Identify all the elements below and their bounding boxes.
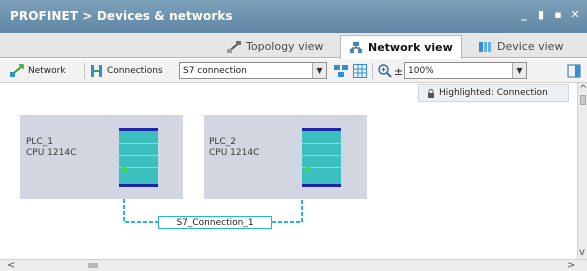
lock-icon — [428, 88, 434, 98]
device-type: CPU 1214C — [26, 148, 77, 158]
device-name: PLC_2 — [209, 137, 236, 147]
tab-topology-view[interactable]: Topology view — [219, 35, 331, 58]
zoom-stepper-icon[interactable]: ± — [394, 62, 403, 80]
cpu-stripe — [119, 143, 158, 144]
connections-mode-label: Connections — [107, 66, 163, 76]
connections-icon — [91, 65, 102, 77]
devices-networks-window: PROFINET > Devices & networks _ ▮ ▪ ✕ To… — [0, 0, 587, 271]
vertical-scrollbar[interactable]: ^ v — [577, 83, 587, 259]
title-bar: PROFINET > Devices & networks _ ▮ ▪ ✕ — [0, 0, 587, 33]
connection-type-select[interactable]: S7 connection ▼ — [179, 62, 327, 79]
chevron-down-icon[interactable]: ▼ — [312, 63, 326, 78]
device-name: PLC_1 — [26, 137, 53, 147]
horizontal-scroll-thumb[interactable] — [88, 263, 98, 268]
tab-device-view[interactable]: Device view — [470, 35, 571, 58]
minimize-button[interactable]: _ — [518, 9, 530, 21]
tab-label: Network view — [368, 41, 453, 54]
device-plc-2[interactable]: PLC_2 CPU 1214C — [204, 115, 367, 199]
scroll-right-icon[interactable]: > — [567, 260, 575, 271]
network-mode-icon — [10, 64, 24, 77]
network-icon — [350, 41, 362, 53]
cpu-bus-bottom — [302, 184, 341, 187]
close-button[interactable]: ✕ — [569, 9, 581, 21]
tab-network-view[interactable]: Network view — [340, 35, 462, 59]
connection-type-value: S7 connection — [183, 65, 247, 76]
view-tabs: Topology view Network view Device view — [0, 33, 587, 59]
connection-label[interactable]: S7_Connection_1 — [158, 216, 272, 229]
port-indicator[interactable] — [305, 167, 310, 172]
zoom-select[interactable]: 100% ▼ — [404, 62, 527, 79]
horizontal-scrollbar[interactable]: < > — [0, 259, 587, 271]
zoom-value: 100% — [408, 65, 434, 76]
device-icon — [479, 41, 491, 52]
zoom-icon[interactable] — [377, 63, 393, 79]
scroll-left-icon[interactable]: < — [7, 260, 15, 271]
cpu-module[interactable] — [119, 131, 158, 184]
vertical-scroll-thumb[interactable] — [580, 95, 586, 105]
network-canvas[interactable]: PLC_1 CPU 1214C PLC_2 CPU 1214C S7_Conne… — [0, 83, 577, 259]
network-overview-icon[interactable] — [333, 63, 349, 79]
network-toolbar: Network Connections S7 connection ▼ ± 10… — [0, 59, 587, 83]
cpu-bus-bottom — [119, 184, 158, 187]
device-plc-1[interactable]: PLC_1 CPU 1214C — [20, 115, 183, 199]
tab-label: Topology view — [246, 40, 324, 53]
toolbar-divider — [372, 63, 373, 79]
network-mode-button[interactable]: Network — [9, 62, 66, 80]
port-indicator[interactable] — [122, 167, 127, 172]
highlighted-connection-indicator[interactable]: Highlighted: Connection — [418, 84, 569, 102]
topology-icon — [227, 40, 241, 53]
scroll-up-icon[interactable]: ^ — [579, 84, 587, 95]
cpu-stripe — [302, 143, 341, 144]
chevron-down-icon[interactable]: ▼ — [512, 63, 526, 78]
highlighted-text: Highlighted: Connection — [439, 88, 548, 98]
toolbar-divider — [84, 63, 85, 79]
scroll-down-icon[interactable]: v — [579, 247, 585, 258]
tab-label: Device view — [497, 40, 564, 53]
device-type: CPU 1214C — [209, 148, 260, 158]
window-controls: _ ▮ ▪ ✕ — [518, 9, 581, 21]
cpu-stripe — [302, 155, 341, 156]
maximize-button[interactable]: ▪ — [552, 9, 564, 21]
network-mode-label: Network — [28, 66, 66, 76]
window-title: PROFINET > Devices & networks — [10, 9, 233, 23]
panel-toggle-icon[interactable] — [566, 63, 582, 79]
float-button[interactable]: ▮ — [535, 9, 547, 21]
connections-mode-button[interactable]: Connections — [90, 62, 163, 80]
cpu-stripe — [119, 155, 158, 156]
grid-icon[interactable] — [352, 63, 368, 79]
cpu-module[interactable] — [302, 131, 341, 184]
